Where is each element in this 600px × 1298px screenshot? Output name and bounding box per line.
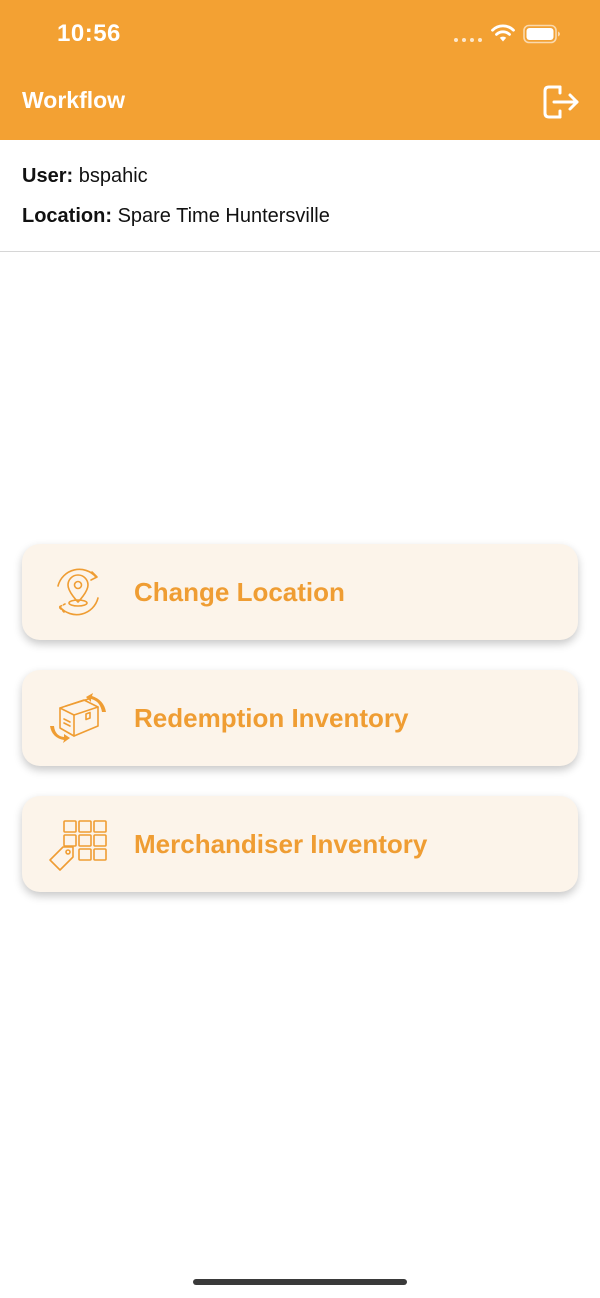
logout-icon xyxy=(543,85,579,119)
location-change-icon xyxy=(57,568,99,616)
user-row: User: bspahic xyxy=(22,165,148,188)
home-indicator[interactable] xyxy=(193,1279,407,1285)
header-bar: 10:56 Workflow xyxy=(0,0,600,140)
user-value: bspahic xyxy=(78,165,148,187)
merchandiser-inventory-label: Merchandiser Inventory xyxy=(134,829,428,859)
location-row: Location: Spare Time Huntersville xyxy=(22,205,330,228)
redemption-inventory-button[interactable]: Redemption Inventory xyxy=(22,670,578,766)
location-value: Spare Time Huntersville xyxy=(117,205,330,227)
status-time: 10:56 xyxy=(57,20,121,47)
location-label: Location: xyxy=(22,205,112,227)
cellular-signal-icon xyxy=(454,38,482,42)
wifi-icon xyxy=(491,24,515,42)
box-rotate-icon xyxy=(50,693,106,743)
page-title: Workflow xyxy=(22,87,126,113)
logout-button[interactable] xyxy=(540,82,582,122)
change-location-label: Change Location xyxy=(134,577,345,607)
battery-icon xyxy=(523,24,560,44)
inventory-grid-tag-icon xyxy=(49,820,107,871)
merchandiser-inventory-button[interactable]: Merchandiser Inventory xyxy=(22,796,578,892)
screen: 10:56 Workflow User: bspahic Location: S… xyxy=(0,0,600,1298)
user-label: User: xyxy=(22,165,74,187)
session-info-panel: User: bspahic Location: Spare Time Hunte… xyxy=(0,140,600,252)
redemption-inventory-label: Redemption Inventory xyxy=(134,703,409,733)
change-location-button[interactable]: Change Location xyxy=(22,544,578,640)
